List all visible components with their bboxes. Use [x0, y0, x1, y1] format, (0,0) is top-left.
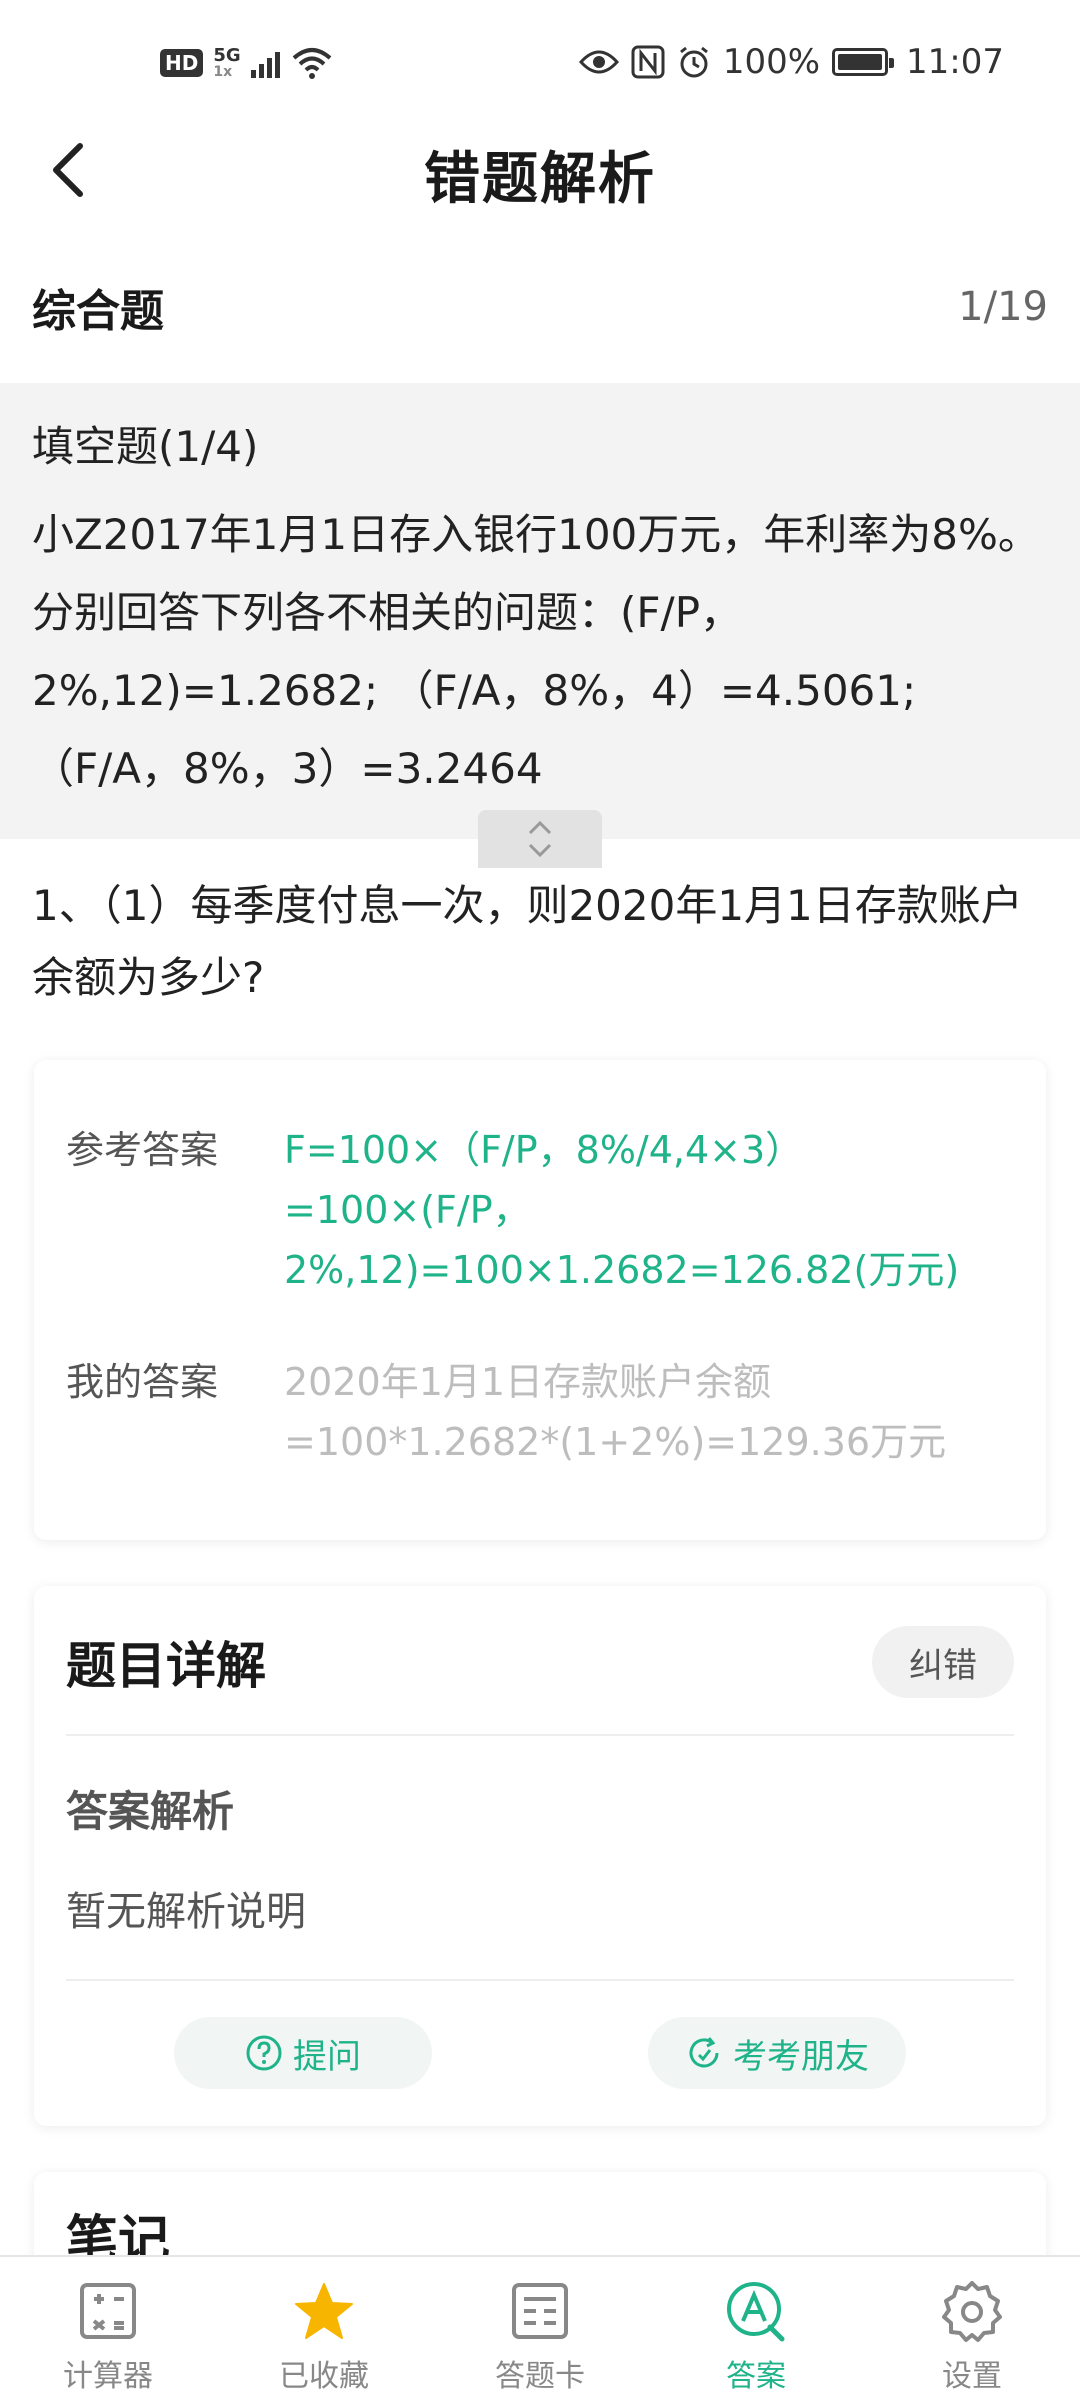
detail-actions: 提问 考考朋友 [66, 2017, 1014, 2089]
tab-calculator[interactable]: 计算器 [0, 2257, 216, 2400]
tab-settings[interactable]: 设置 [864, 2257, 1080, 2400]
detail-header: 题目详解 纠错 [66, 1622, 1014, 1702]
signal-icon [250, 48, 280, 78]
share-refresh-icon [689, 2037, 719, 2068]
reference-answer-row: 参考答案 F=100×（F/P，8%/4,4×3）=100×(F/P，2%,12… [66, 1120, 1014, 1300]
tab-label: 设置 [942, 2359, 1002, 2394]
expand-collapse-icon [528, 820, 552, 858]
nfc-icon [631, 45, 665, 79]
tab-label: 已收藏 [279, 2359, 369, 2394]
my-answer-value: 2020年1月1日存款账户余额=100*1.2682*(1+2%)=129.36… [284, 1360, 947, 1464]
tab-favorites[interactable]: 已收藏 [216, 2257, 432, 2400]
ask-question-button[interactable]: 提问 [174, 2017, 432, 2089]
tab-answer[interactable]: 答案 [648, 2257, 864, 2400]
tab-answer-card[interactable]: 答题卡 [432, 2257, 648, 2400]
report-error-button[interactable]: 纠错 [872, 1626, 1014, 1698]
clock: 11:07 [906, 42, 1004, 82]
detail-title: 题目详解 [66, 1637, 266, 1695]
my-answer-row: 我的答案 2020年1月1日存款账户余额=100*1.2682*(1+2%)=1… [66, 1352, 1014, 1472]
tab-label: 计算器 [63, 2359, 153, 2394]
ask-question-label: 提问 [293, 2036, 361, 2077]
section-header: 综合题 1/19 [32, 262, 1048, 352]
question-progress: 1/19 [958, 284, 1048, 330]
tab-label: 答题卡 [495, 2359, 585, 2394]
detail-card: 题目详解 纠错 答案解析 暂无解析说明 提问 考考朋友 [34, 1586, 1046, 2126]
answer-card: 参考答案 F=100×（F/P，8%/4,4×3）=100×(F/P，2%,12… [34, 1060, 1046, 1540]
answer-card-icon [508, 2279, 572, 2343]
star-icon [292, 2279, 356, 2343]
reference-answer-label: 参考答案 [66, 1128, 219, 1172]
divider [66, 1979, 1014, 1981]
eye-icon [578, 50, 619, 74]
settings-icon [940, 2279, 1004, 2343]
status-right-group: 100% 11:07 [578, 42, 1004, 82]
network-type: 5G 1x [213, 45, 241, 80]
collapse-toggle[interactable] [478, 810, 602, 868]
battery-icon [832, 48, 895, 76]
bottom-tab-bar: 计算器 已收藏 答题卡 答案 设置 [0, 2255, 1080, 2400]
battery-percent: 100% [722, 42, 821, 82]
status-left-group: HD 5G 1x [160, 46, 334, 80]
quiz-friends-button[interactable]: 考考朋友 [648, 2017, 906, 2089]
stem-text: 小Z2017年1月1日存入银行100万元，年利率为8%。分别回答下列各不相关的问… [32, 510, 1040, 793]
divider [66, 1734, 1014, 1736]
alarm-icon [679, 46, 708, 78]
analysis-title: 答案解析 [66, 1787, 235, 1836]
reference-answer-value: F=100×（F/P，8%/4,4×3）=100×(F/P，2%,12)=100… [284, 1128, 960, 1292]
nav-bar: 错题解析 [0, 120, 1080, 220]
my-answer-label: 我的答案 [66, 1360, 219, 1404]
page-title: 错题解析 [424, 147, 656, 212]
stem-type-label: 填空题(1/4) [32, 422, 259, 471]
answer-icon [724, 2279, 788, 2343]
hd-badge: HD [160, 49, 204, 77]
network-sub-label: 1x [213, 64, 233, 80]
analysis-text: 暂无解析说明 [66, 1889, 306, 1935]
calculator-icon [76, 2279, 140, 2343]
network-label: 5G [213, 45, 241, 66]
wifi-icon [292, 48, 331, 79]
question-stem: 填空题(1/4) 小Z2017年1月1日存入银行100万元，年利率为8%。分别回… [0, 383, 1080, 839]
question-mark-icon [246, 2035, 282, 2071]
section-title: 综合题 [32, 286, 164, 337]
sub-question-text: 1、（1）每季度付息一次，则2020年1月1日存款账户余额为多少? [32, 881, 1023, 1002]
quiz-friends-label: 考考朋友 [733, 2036, 869, 2077]
status-bar: HD 5G 1x 100% 11:07 [0, 0, 1080, 135]
tab-label: 答案 [726, 2359, 786, 2394]
